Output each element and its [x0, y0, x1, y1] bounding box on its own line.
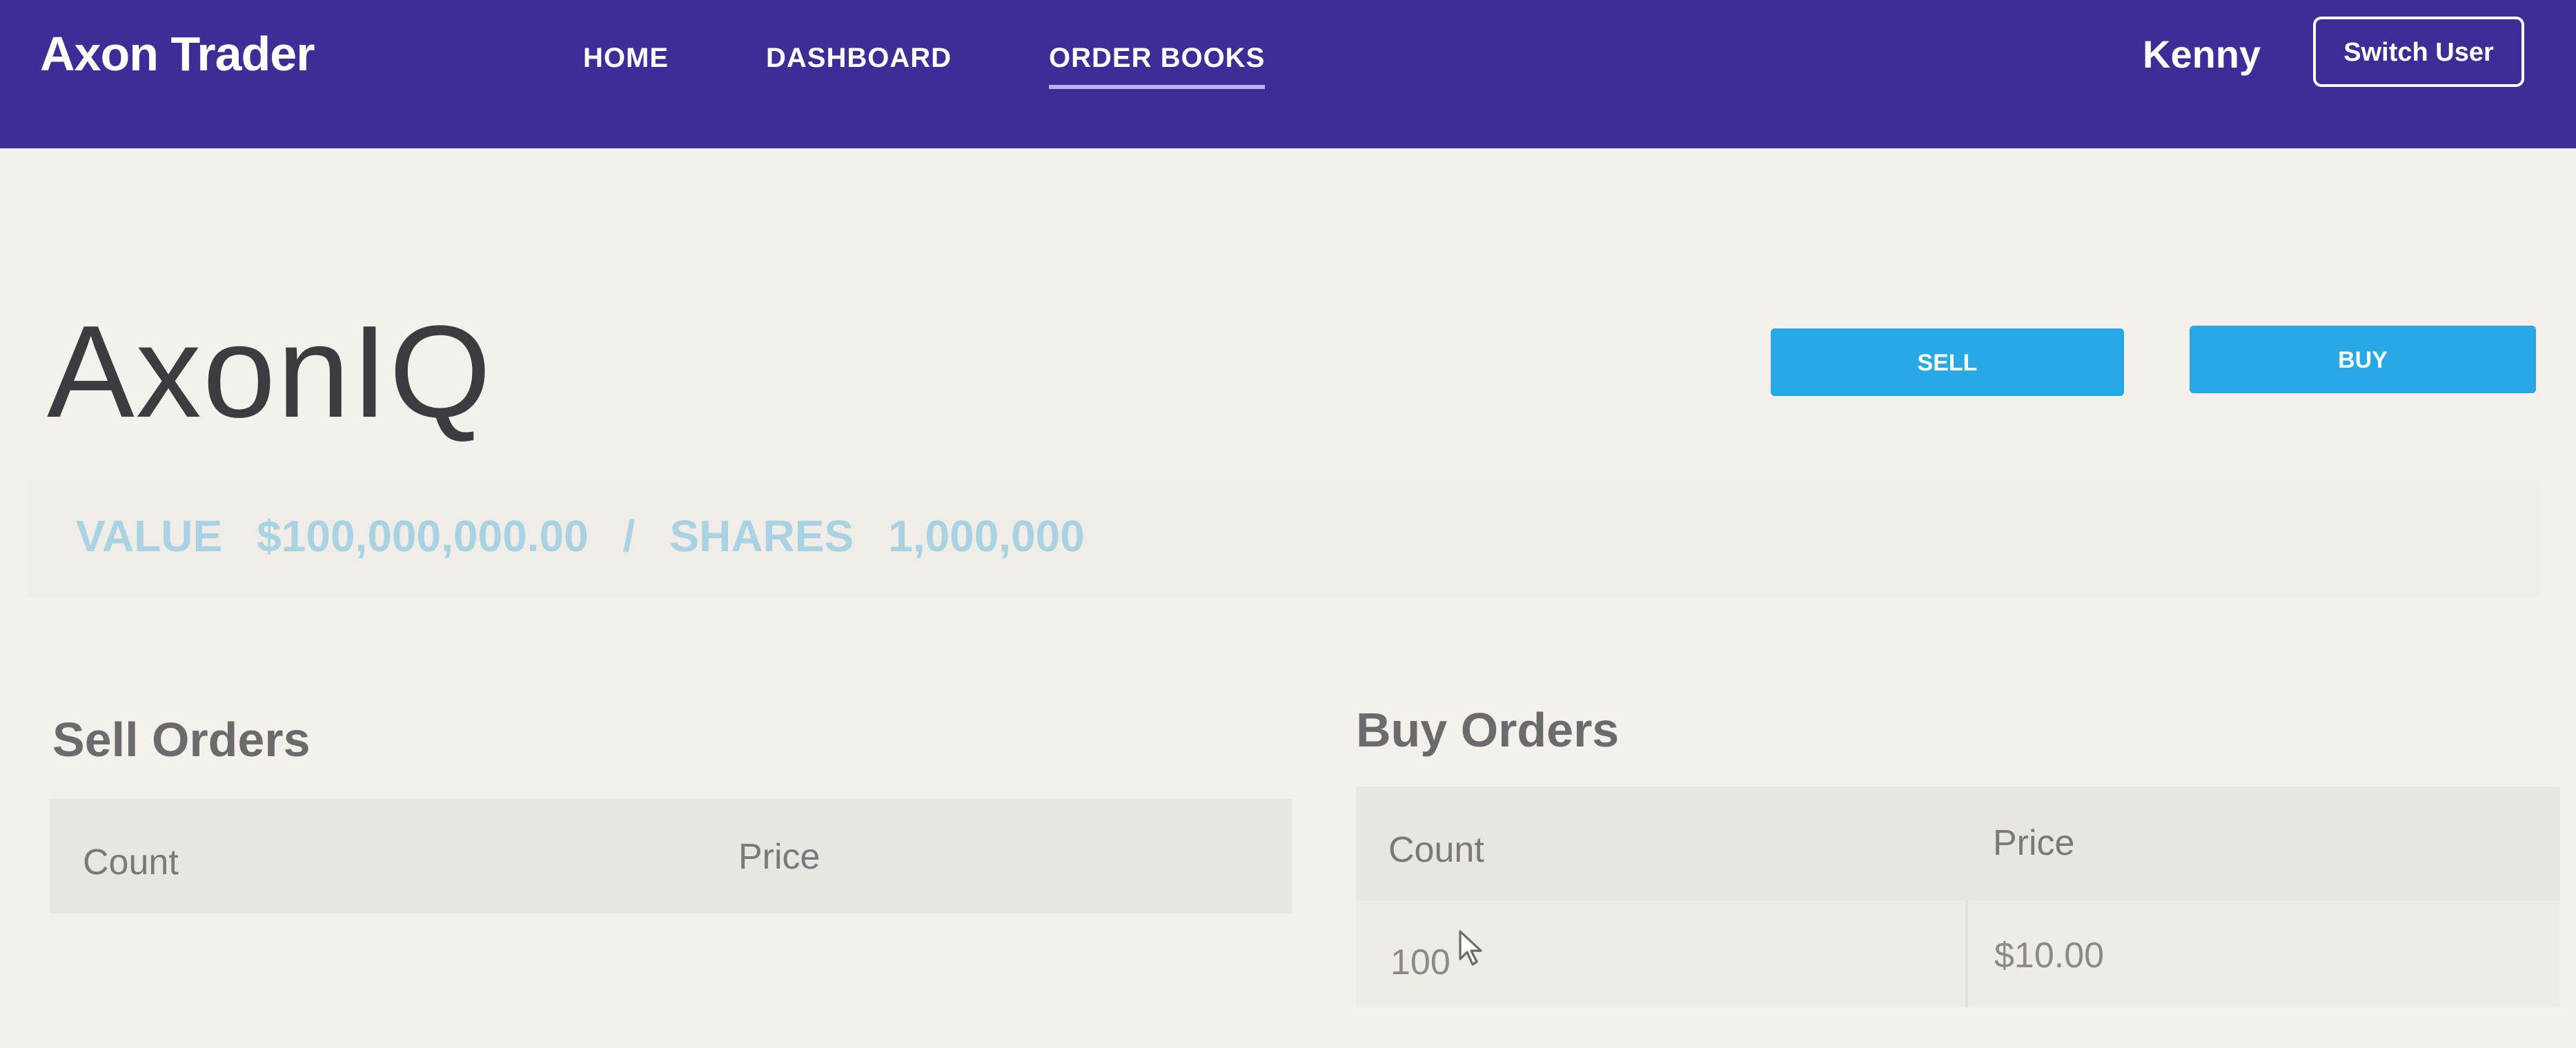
mouse-pointer-icon [1457, 929, 1485, 971]
value-label: VALUE [76, 511, 223, 561]
buy-orders-header [1356, 787, 2560, 900]
buy-button[interactable]: BUY [2190, 326, 2536, 393]
sell-count-header: Count [83, 842, 179, 882]
top-navbar: Axon Trader HOME DASHBOARD ORDER BOOKS K… [0, 0, 2576, 148]
buy-price-header: Price [1993, 823, 2075, 863]
sell-orders-header [50, 799, 1292, 913]
buy-row-count: 100 [1390, 942, 1451, 982]
buy-orders-title: Buy Orders [1356, 703, 1620, 757]
brand-logo[interactable]: Axon Trader [40, 26, 315, 81]
nav-home[interactable]: HOME [583, 43, 669, 74]
switch-user-button[interactable]: Switch User [2313, 17, 2524, 87]
nav-order-books[interactable]: ORDER BOOKS [1049, 43, 1266, 89]
sell-orders-title: Sell Orders [52, 713, 311, 767]
shares-amount: 1,000,000 [888, 511, 1085, 561]
buy-row-price: $10.00 [1994, 936, 2105, 976]
buy-count-header: Count [1388, 830, 1484, 870]
company-title: AxonIQ [47, 299, 493, 445]
table-row[interactable] [1356, 900, 2560, 1007]
nav-dashboard[interactable]: DASHBOARD [766, 43, 952, 74]
sell-button[interactable]: SELL [1771, 328, 2124, 396]
shares-label: SHARES [669, 511, 854, 561]
company-stats: VALUE $100,000,000.00 / SHARES 1,000,000 [76, 511, 1119, 562]
column-divider [1965, 900, 1968, 1007]
stats-separator: / [622, 511, 636, 561]
value-amount: $100,000,000.00 [257, 511, 589, 561]
sell-price-header: Price [738, 837, 820, 877]
current-user-name: Kenny [2143, 32, 2261, 76]
